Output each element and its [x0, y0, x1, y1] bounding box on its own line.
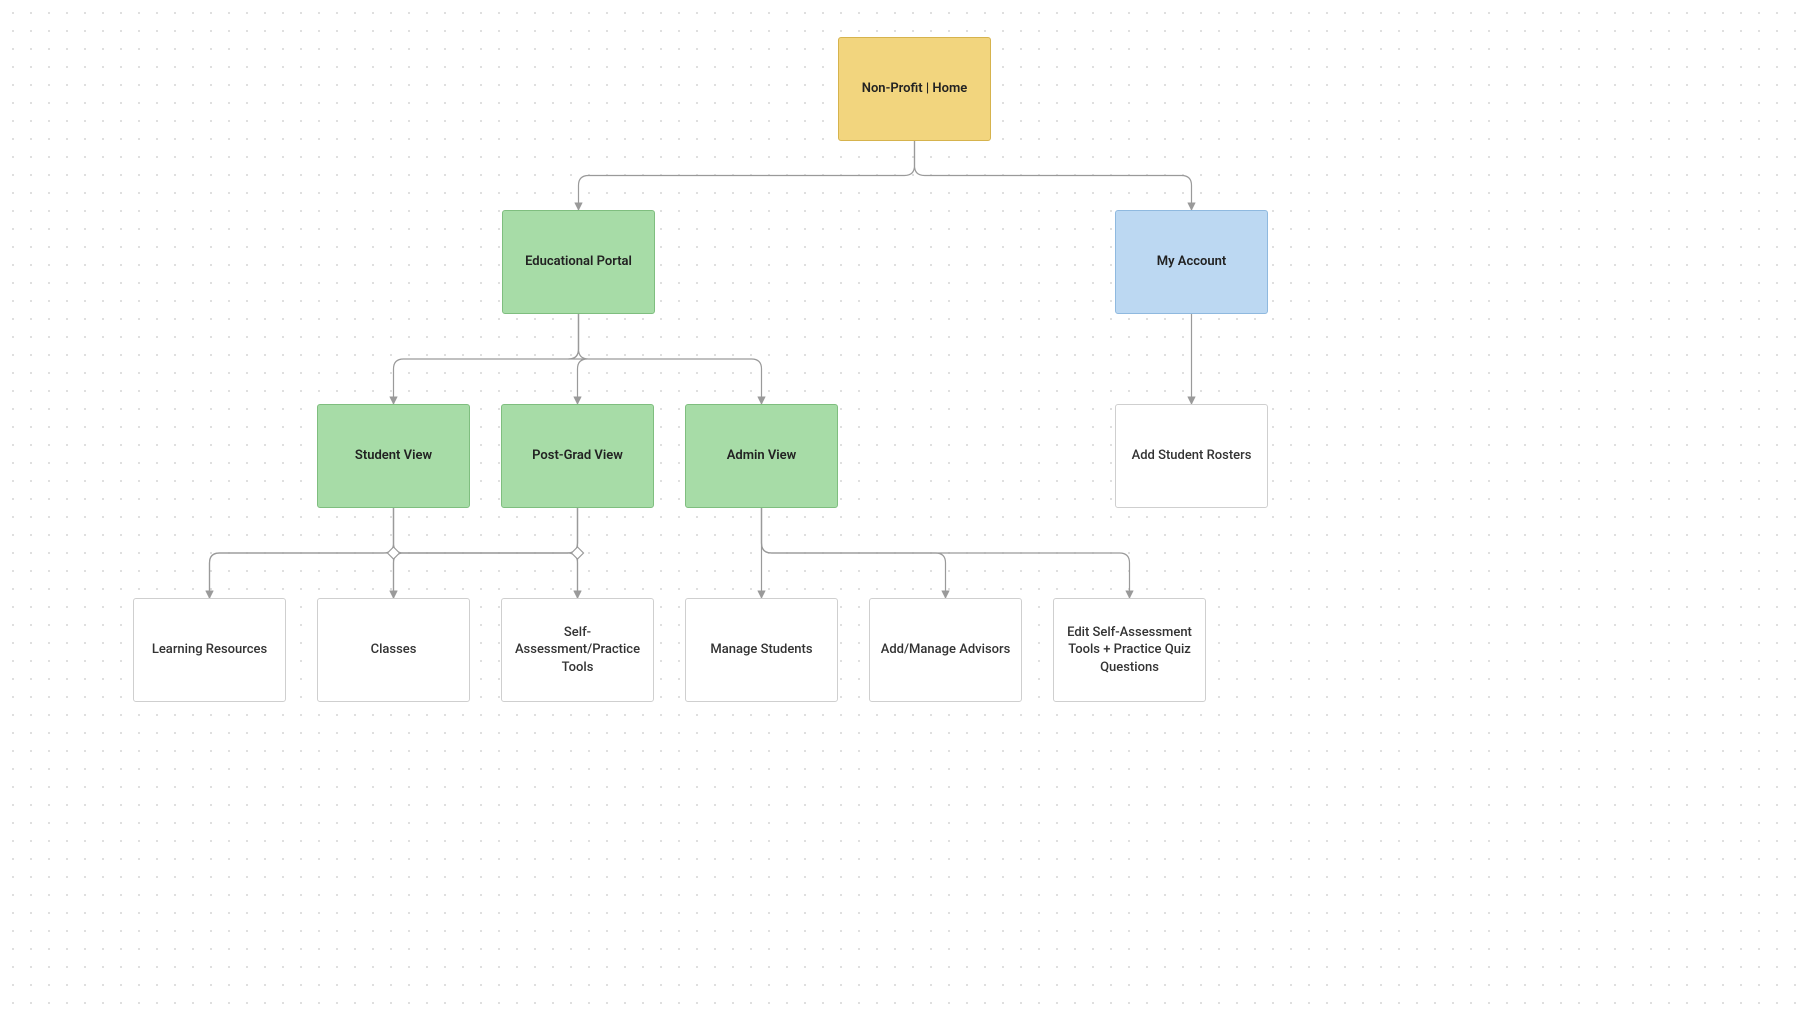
node-home[interactable]: Non-Profit | Home: [838, 37, 991, 141]
node-manage-students[interactable]: Manage Students: [685, 598, 838, 702]
node-label: Student View: [355, 447, 432, 465]
node-learning-resources[interactable]: Learning Resources: [133, 598, 286, 702]
node-label: Non-Profit | Home: [862, 80, 967, 98]
node-label: Educational Portal: [525, 253, 632, 271]
node-my-account[interactable]: My Account: [1115, 210, 1268, 314]
node-classes[interactable]: Classes: [317, 598, 470, 702]
node-edit-self-assessment-tools[interactable]: Edit Self-Assessment Tools + Practice Qu…: [1053, 598, 1206, 702]
node-add-student-rosters[interactable]: Add Student Rosters: [1115, 404, 1268, 508]
node-post-grad-view[interactable]: Post-Grad View: [501, 404, 654, 508]
node-admin-view[interactable]: Admin View: [685, 404, 838, 508]
node-educational-portal[interactable]: Educational Portal: [502, 210, 655, 314]
node-label: Add/Manage Advisors: [881, 641, 1011, 659]
node-label: Manage Students: [710, 641, 812, 659]
node-student-view[interactable]: Student View: [317, 404, 470, 508]
node-label: My Account: [1157, 253, 1227, 271]
node-manage-advisors[interactable]: Add/Manage Advisors: [869, 598, 1022, 702]
node-label: Add Student Rosters: [1132, 447, 1252, 465]
node-label: Edit Self-Assessment Tools + Practice Qu…: [1060, 624, 1199, 677]
node-label: Classes: [371, 641, 417, 659]
node-label: Self-Assessment/Practice Tools: [508, 624, 647, 677]
node-label: Admin View: [727, 447, 797, 465]
node-self-assessment-tools[interactable]: Self-Assessment/Practice Tools: [501, 598, 654, 702]
node-label: Learning Resources: [152, 641, 267, 659]
node-label: Post-Grad View: [532, 447, 623, 465]
edges-layer: [0, 0, 1810, 1018]
